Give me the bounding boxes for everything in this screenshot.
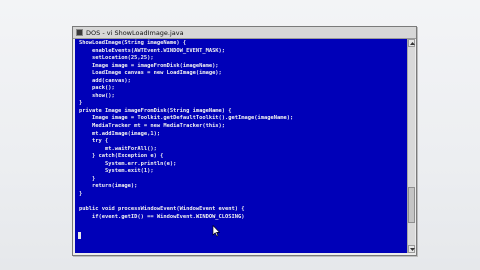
code-line: pack();	[79, 85, 115, 92]
code-line: mt.waitForAll();	[79, 145, 157, 152]
code-line: enableEvents(AWTEvent.WINDOW_EVENT_MASK)…	[79, 47, 226, 54]
window-titlebar[interactable]: DOS - vi ShowLoadImage.java	[73, 27, 416, 39]
text-cursor	[78, 232, 81, 239]
vertical-scrollbar[interactable]	[407, 39, 415, 253]
source-code: ShowLoadImage(String imageName) { enable…	[79, 40, 293, 221]
code-line: LoadImage canvas = new LoadImage(image);	[79, 70, 222, 77]
code-line: show();	[79, 92, 115, 99]
code-line: }	[79, 190, 83, 197]
vi-editor-console[interactable]: ShowLoadImage(String imageName) { enable…	[75, 39, 408, 253]
scrollbar-thumb[interactable]	[408, 187, 415, 223]
window-title: DOS - vi ShowLoadImage.java	[86, 29, 184, 37]
code-line: if(event.getID() == WindowEvent.WINDOW_C…	[79, 213, 245, 220]
code-line: }	[79, 100, 83, 107]
code-line: mt.addImage(image,1);	[79, 130, 161, 137]
mouse-pointer-icon	[212, 225, 220, 237]
code-line: return(image);	[79, 183, 138, 190]
chevron-down-icon	[410, 248, 415, 251]
code-line: setLocation(25,25);	[79, 55, 154, 62]
code-line: System.exit(1);	[79, 168, 154, 175]
code-line: try {	[79, 138, 109, 145]
code-line: } catch(Exception e) {	[79, 153, 164, 160]
code-line: Image image = Toolkit.getDefaultToolkit(…	[79, 115, 294, 122]
code-line: MediaTracker mt = new MediaTracker(this)…	[79, 123, 226, 130]
code-line: Image image = imageFromDisk(imageName);	[79, 62, 219, 69]
code-line: }	[79, 175, 96, 182]
scroll-up-button[interactable]	[408, 39, 415, 47]
chevron-up-icon	[410, 42, 415, 45]
scroll-down-button[interactable]	[408, 245, 415, 253]
terminal-icon[interactable]	[76, 29, 83, 36]
code-line: System.err.println(e);	[79, 160, 177, 167]
code-line: add(canvas);	[79, 77, 131, 84]
code-line: ShowLoadImage(String imageName) {	[79, 40, 187, 46]
code-line: private Image imageFromDisk(String image…	[79, 107, 232, 114]
terminal-window[interactable]: DOS - vi ShowLoadImage.java ShowLoadImag…	[72, 26, 417, 256]
code-line: public void processWindowEvent(WindowEve…	[79, 206, 245, 213]
